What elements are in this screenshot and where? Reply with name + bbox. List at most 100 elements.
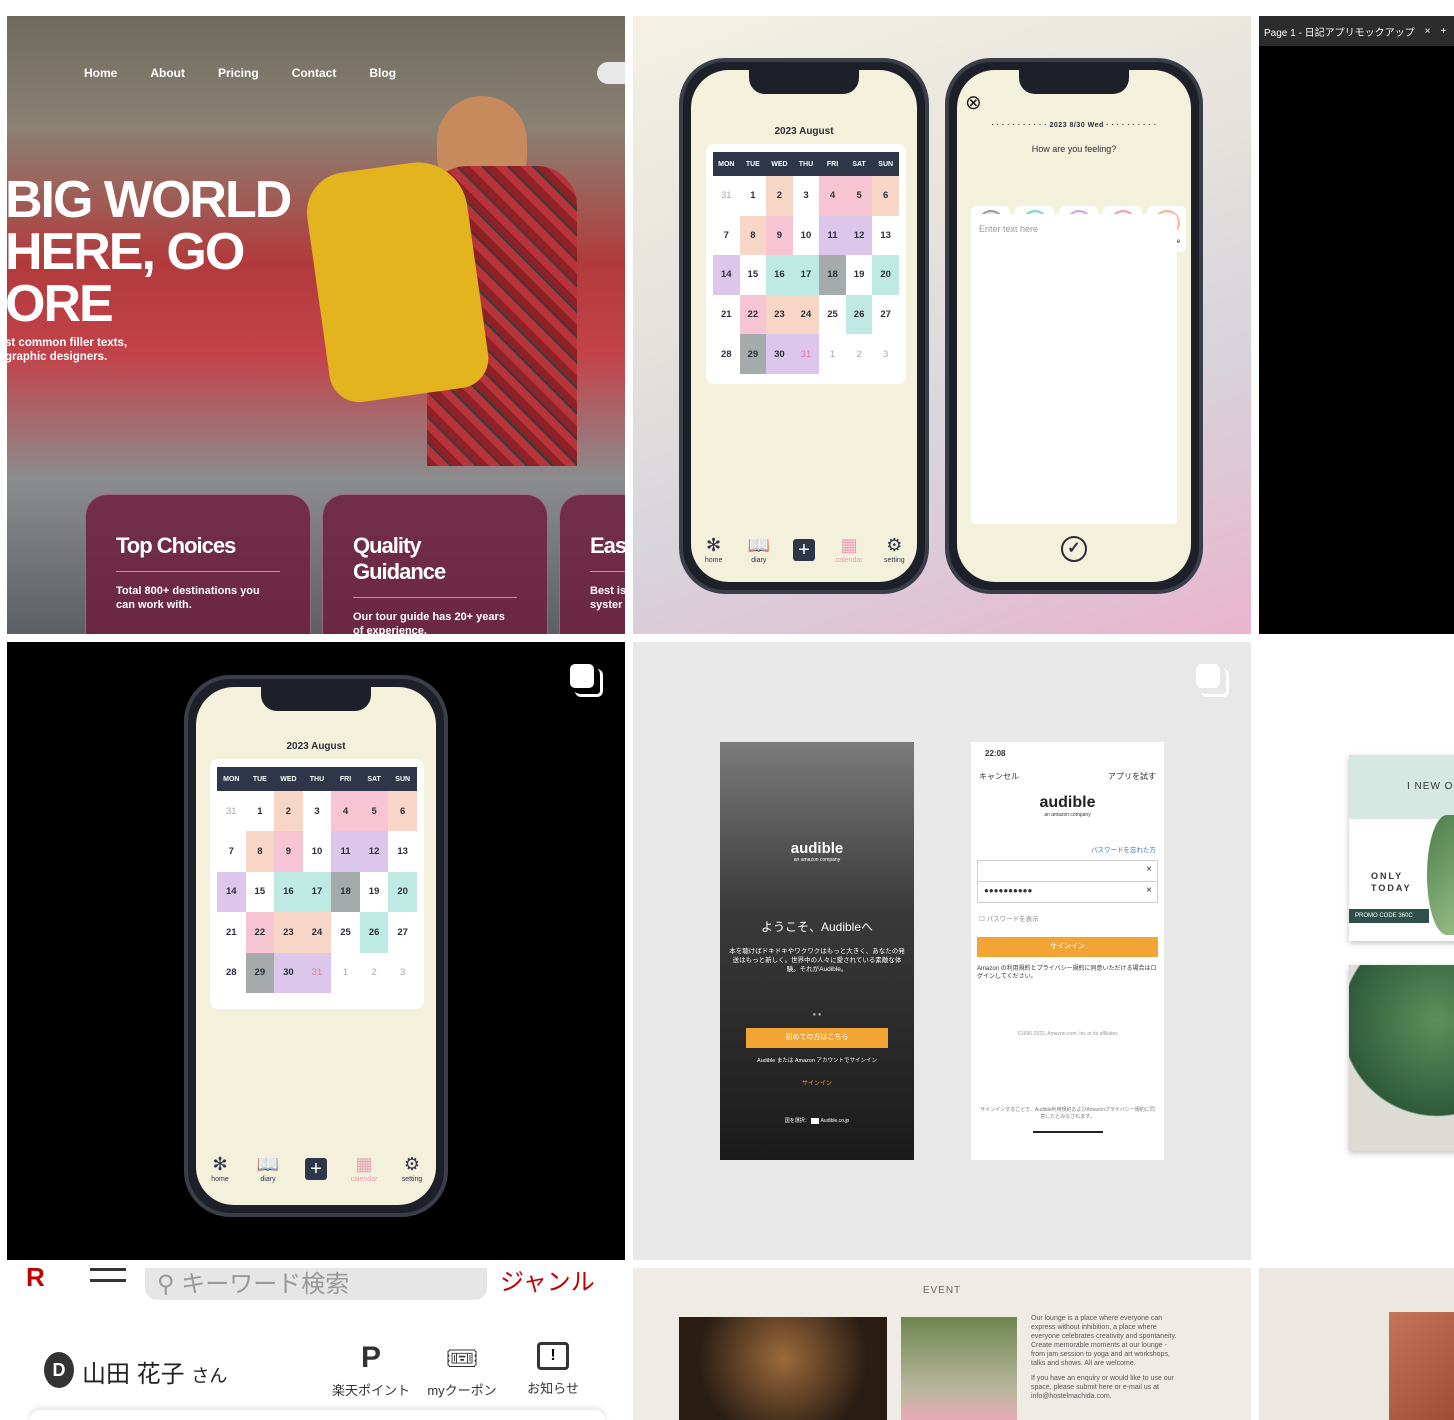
calendar-day[interactable]: 10 bbox=[793, 216, 820, 256]
calendar-day[interactable]: 21 bbox=[217, 912, 246, 952]
calendar-day[interactable]: 6 bbox=[388, 791, 417, 832]
event-tile[interactable]: EVENT Our lounge is a place where everyo… bbox=[633, 1268, 1251, 1420]
tab-setting[interactable]: ⚙ setting bbox=[874, 536, 914, 564]
calendar-day[interactable]: 16 bbox=[274, 871, 303, 913]
calendar-day[interactable]: 2 bbox=[360, 953, 389, 993]
calendar-day[interactable]: 2 bbox=[274, 791, 303, 832]
calendar-day[interactable]: 2 bbox=[766, 176, 793, 216]
calendar-day[interactable]: 5 bbox=[359, 791, 389, 832]
nav-pricing[interactable]: Pricing bbox=[218, 66, 259, 80]
tab-diary[interactable]: 📖 diary bbox=[739, 536, 779, 564]
calendar-day[interactable]: 12 bbox=[359, 831, 389, 872]
try-app-link[interactable]: アプリを試す bbox=[1108, 771, 1156, 782]
calendar-day[interactable]: 7 bbox=[217, 831, 246, 871]
calendar-day[interactable]: 31 bbox=[713, 176, 740, 216]
promo-tile[interactable]: I NEW OI ONLY TODAY PROMO CODE 360C bbox=[1259, 642, 1454, 1260]
close-icon[interactable]: × bbox=[1425, 26, 1431, 37]
calendar-day[interactable]: 8 bbox=[739, 215, 767, 256]
notice-button[interactable]: ! お知らせ bbox=[515, 1342, 591, 1397]
nav-about[interactable]: About bbox=[150, 66, 185, 80]
calendar-day[interactable]: 3 bbox=[303, 791, 332, 831]
audible-tile[interactable]: audible an amazon company ようこそ、Audibleへ … bbox=[633, 642, 1251, 1260]
nav-home[interactable]: Home bbox=[84, 66, 117, 80]
tab-home[interactable]: ✻ home bbox=[694, 536, 734, 564]
first-time-button[interactable]: 初めての方はこちら bbox=[746, 1028, 888, 1048]
calendar-day[interactable]: 29 bbox=[739, 334, 767, 374]
tab-add[interactable]: + bbox=[784, 539, 824, 564]
diary-textarea[interactable]: Enter text here bbox=[971, 214, 1177, 524]
clear-icon[interactable]: × bbox=[1146, 864, 1152, 875]
check-icon[interactable]: ✓ bbox=[1061, 536, 1087, 562]
calendar-day[interactable]: 18 bbox=[819, 255, 846, 295]
calendar-day[interactable]: 21 bbox=[713, 295, 740, 335]
calendar-day[interactable]: 13 bbox=[872, 216, 899, 256]
calendar-day[interactable]: 25 bbox=[331, 912, 360, 952]
calendar-day[interactable]: 11 bbox=[331, 831, 360, 872]
calendar-day[interactable]: 22 bbox=[739, 294, 767, 335]
figma-tab-title[interactable]: Page 1 - 日記アプリモックアップ bbox=[1264, 24, 1415, 39]
tab-calendar[interactable]: ▦ calendar bbox=[344, 1155, 384, 1183]
feature-card[interactable]: Top Choices Total 800+ destinations you … bbox=[85, 494, 311, 634]
clear-icon[interactable]: × bbox=[1146, 885, 1152, 896]
calendar-day[interactable]: 7 bbox=[713, 216, 740, 256]
show-password-row[interactable]: ☐ パスワードを表示 bbox=[971, 903, 1164, 933]
calendar-day[interactable]: 13 bbox=[388, 831, 417, 871]
tab-diary[interactable]: 📖 diary bbox=[248, 1155, 288, 1183]
calendar-day[interactable]: 16 bbox=[766, 255, 793, 295]
nav-contact[interactable]: Contact bbox=[292, 66, 337, 80]
signin-button[interactable]: サインイン bbox=[977, 937, 1158, 957]
calendar-day[interactable]: 29 bbox=[245, 952, 275, 993]
calendar-day[interactable]: 6 bbox=[872, 176, 899, 216]
menu-icon[interactable] bbox=[90, 1268, 126, 1282]
calendar-day[interactable]: 30 bbox=[274, 952, 303, 993]
travel-site-tile[interactable]: Home About Pricing Contact Blog BIG WORL… bbox=[7, 16, 625, 634]
country-row[interactable]: 国を選択： Audible.co.jp bbox=[720, 1117, 914, 1124]
plus-icon[interactable]: + bbox=[1440, 26, 1446, 37]
tab-setting[interactable]: ⚙ setting bbox=[392, 1155, 432, 1183]
genre-link[interactable]: ジャンル bbox=[500, 1268, 595, 1297]
tab-add[interactable]: + bbox=[296, 1158, 336, 1183]
calendar-day[interactable]: 1 bbox=[740, 176, 767, 216]
tab-calendar[interactable]: ▦ calendar bbox=[829, 536, 869, 564]
calendar-day[interactable]: 9 bbox=[766, 215, 793, 256]
calendar-day[interactable]: 23 bbox=[274, 912, 303, 953]
rakuten-logo-icon[interactable]: R bbox=[26, 1268, 64, 1290]
diary-app-tile[interactable]: 2023 August MON TUE WED THU FRI SAT SUN 31 1 2 3 4 5… bbox=[633, 16, 1251, 634]
calendar-day[interactable]: 19 bbox=[846, 255, 873, 295]
calendar-day[interactable]: 14 bbox=[713, 255, 740, 295]
calendar-day[interactable]: 15 bbox=[740, 255, 767, 295]
calendar-day[interactable]: 22 bbox=[245, 912, 275, 953]
user-name-row[interactable]: 山田 花子 さん bbox=[82, 1354, 227, 1389]
tab-home[interactable]: ✻ home bbox=[200, 1155, 240, 1183]
feature-card[interactable]: Eas Best is syster bbox=[559, 494, 625, 634]
calendar-day[interactable]: 31 bbox=[217, 791, 246, 831]
calendar-day[interactable]: 19 bbox=[360, 872, 389, 912]
points-button[interactable]: P 楽天ポイント bbox=[330, 1342, 412, 1399]
calendar-day[interactable]: 1 bbox=[819, 334, 846, 374]
nav-pill-button[interactable] bbox=[597, 62, 625, 84]
calendar-day[interactable]: 3 bbox=[793, 176, 820, 216]
calendar-day[interactable]: 31 bbox=[792, 334, 820, 374]
calendar-day[interactable]: 15 bbox=[246, 872, 275, 912]
calendar-day[interactable]: 30 bbox=[766, 334, 793, 374]
close-icon[interactable]: ⊗ bbox=[965, 90, 982, 115]
calendar-day[interactable]: 27 bbox=[388, 912, 417, 952]
cancel-link[interactable]: キャンセル bbox=[979, 771, 1019, 782]
calendar-day[interactable]: 18 bbox=[331, 871, 360, 913]
calendar-day[interactable]: 24 bbox=[302, 912, 332, 953]
calendar-day[interactable]: 27 bbox=[872, 295, 899, 335]
calendar-day[interactable]: 8 bbox=[245, 831, 275, 872]
forgot-password-link[interactable]: パスワードを忘れた方 bbox=[971, 818, 1164, 860]
calendar-phone-tile[interactable]: 2023 August MON TUE WED THU FRI SAT SUN 31 1 2 3 4 5… bbox=[7, 642, 625, 1260]
calendar-day[interactable]: 9 bbox=[274, 831, 303, 872]
password-field[interactable]: ●●●●●●●●●● × bbox=[977, 881, 1158, 903]
calendar-day[interactable]: 5 bbox=[845, 176, 873, 216]
calendar-day[interactable]: 26 bbox=[359, 912, 389, 953]
calendar-day[interactable]: 20 bbox=[388, 871, 417, 913]
calendar-day[interactable]: 1 bbox=[246, 791, 275, 831]
calendar-day[interactable]: 12 bbox=[845, 215, 873, 256]
calendar-day[interactable]: 3 bbox=[872, 334, 899, 374]
email-field[interactable]: × bbox=[977, 860, 1158, 882]
calendar-day[interactable]: 25 bbox=[819, 295, 846, 335]
feature-card[interactable]: Quality Guidance Our tour guide has 20+ … bbox=[322, 494, 548, 634]
